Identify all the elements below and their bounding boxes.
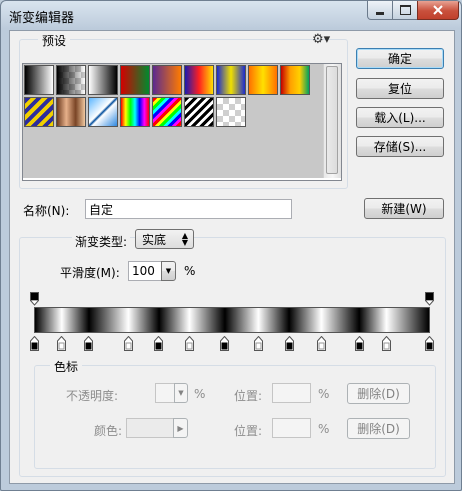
opacity-position-field[interactable] <box>272 383 311 403</box>
presets-list <box>22 63 342 181</box>
stops-group <box>34 365 436 469</box>
smoothness-field[interactable]: 100 <box>128 261 162 281</box>
color-stop[interactable] <box>84 335 94 354</box>
color-stop[interactable] <box>123 335 133 354</box>
opacity-delete-button[interactable]: 删除(D) <box>347 383 410 404</box>
color-swatch[interactable] <box>126 418 174 438</box>
preset-swatch[interactable] <box>152 65 182 95</box>
gradient-type-value: 实底 <box>142 232 167 247</box>
gradient-bar[interactable] <box>34 307 430 333</box>
smoothness-label: 平滑度(M): <box>60 266 120 280</box>
gradient-editor-window: 渐变编辑器 预设 ⚙▾ 确定 复位 载入(L)... 存储(S)... 名称(N… <box>0 0 462 491</box>
presets-scrollbar[interactable] <box>323 64 341 178</box>
gradient-type-label: 渐变类型: <box>72 233 131 250</box>
color-arrow-button[interactable]: ▶ <box>173 418 188 438</box>
ok-button[interactable]: 确定 <box>356 48 444 69</box>
close-icon <box>433 5 443 15</box>
preset-swatch[interactable] <box>184 65 214 95</box>
preset-swatch[interactable] <box>24 65 54 95</box>
color-stop[interactable] <box>154 335 164 354</box>
color-stop[interactable] <box>425 335 434 354</box>
close-button[interactable] <box>417 1 459 20</box>
preset-swatch[interactable] <box>88 65 118 95</box>
opacity-label: 不透明度: <box>66 389 119 403</box>
preset-swatch[interactable] <box>120 65 150 95</box>
name-label: 名称(N): <box>23 204 70 218</box>
presets-label: 预设 <box>38 32 71 49</box>
preset-swatch-area <box>23 64 323 178</box>
color-position-unit: % <box>318 422 330 436</box>
preset-swatch[interactable] <box>120 97 150 127</box>
smoothness-dropdown[interactable]: ▼ <box>161 261 176 281</box>
chevron-down-icon: ▼ <box>165 267 172 275</box>
gear-icon[interactable]: ⚙▾ <box>312 32 330 47</box>
opacity-position-label: 位置: <box>234 389 263 403</box>
window-title: 渐变编辑器 <box>9 11 75 26</box>
preset-swatch[interactable] <box>88 97 118 127</box>
preset-swatch[interactable] <box>216 65 246 95</box>
opacity-unit: % <box>194 387 206 401</box>
smoothness-unit: % <box>184 264 196 278</box>
gradient-type-select[interactable]: 实底 ▲ ▼ <box>135 229 194 249</box>
chevron-right-icon: ▶ <box>177 423 184 433</box>
preset-swatch[interactable] <box>216 97 246 127</box>
color-position-field[interactable] <box>272 418 311 438</box>
color-stop[interactable] <box>220 335 230 354</box>
color-stop[interactable] <box>382 335 392 354</box>
preset-swatch[interactable] <box>56 65 86 95</box>
color-stop[interactable] <box>355 335 365 354</box>
opacity-field[interactable] <box>155 383 175 403</box>
reset-button[interactable]: 复位 <box>356 78 444 99</box>
color-delete-button[interactable]: 删除(D) <box>347 418 410 439</box>
preset-swatch[interactable] <box>56 97 86 127</box>
load-button[interactable]: 载入(L)... <box>356 107 444 128</box>
color-label: 颜色: <box>94 424 123 438</box>
dialog-body: 预设 ⚙▾ 确定 复位 载入(L)... 存储(S)... 名称(N): 自定 … <box>9 30 455 484</box>
color-stop[interactable] <box>184 335 194 354</box>
color-stop[interactable] <box>56 335 66 354</box>
new-button[interactable]: 新建(W) <box>364 198 444 219</box>
preset-swatch[interactable] <box>248 65 278 95</box>
minimize-button[interactable] <box>367 1 393 20</box>
title-bar[interactable]: 渐变编辑器 <box>1 1 461 29</box>
chevron-down-icon: ▼ <box>178 389 184 397</box>
color-position-label: 位置: <box>234 424 263 438</box>
preset-swatch[interactable] <box>24 97 54 127</box>
stops-label: 色标 <box>50 358 83 375</box>
maximize-icon <box>399 5 411 15</box>
minimize-icon <box>376 11 384 15</box>
color-stop[interactable] <box>317 335 327 354</box>
opacity-position-unit: % <box>318 387 330 401</box>
maximize-button[interactable] <box>392 1 418 20</box>
color-stop[interactable] <box>30 335 39 354</box>
save-button[interactable]: 存储(S)... <box>356 136 444 157</box>
spinner-icon: ▲ ▼ <box>181 231 188 247</box>
preset-swatch[interactable] <box>280 65 310 95</box>
color-stop[interactable] <box>253 335 263 354</box>
preset-swatch[interactable] <box>152 97 182 127</box>
name-field[interactable]: 自定 <box>85 199 292 219</box>
preset-swatch[interactable] <box>184 97 214 127</box>
scrollbar-thumb[interactable] <box>326 66 338 174</box>
color-stop[interactable] <box>284 335 294 354</box>
opacity-dropdown[interactable]: ▼ <box>174 383 188 403</box>
